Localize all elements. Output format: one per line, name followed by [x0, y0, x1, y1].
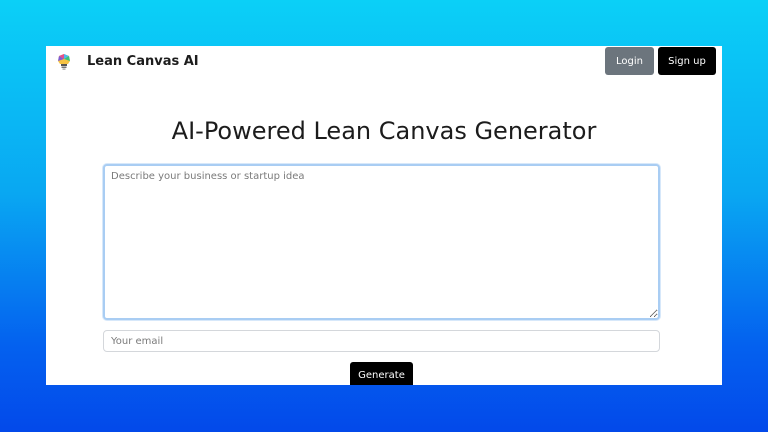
- brand-name[interactable]: Lean Canvas AI: [87, 53, 199, 71]
- signup-button[interactable]: Sign up: [658, 47, 716, 75]
- email-input[interactable]: [103, 330, 660, 352]
- login-button[interactable]: Login: [605, 47, 654, 75]
- app-window: Lean Canvas AI Login Sign up AI-Powered …: [46, 46, 722, 385]
- page-title: AI-Powered Lean Canvas Generator: [171, 117, 597, 145]
- navbar: Lean Canvas AI Login Sign up: [46, 46, 722, 78]
- business-idea-textarea[interactable]: [103, 164, 660, 320]
- generate-button[interactable]: Generate: [350, 362, 413, 385]
- lightbulb-icon[interactable]: [55, 53, 73, 71]
